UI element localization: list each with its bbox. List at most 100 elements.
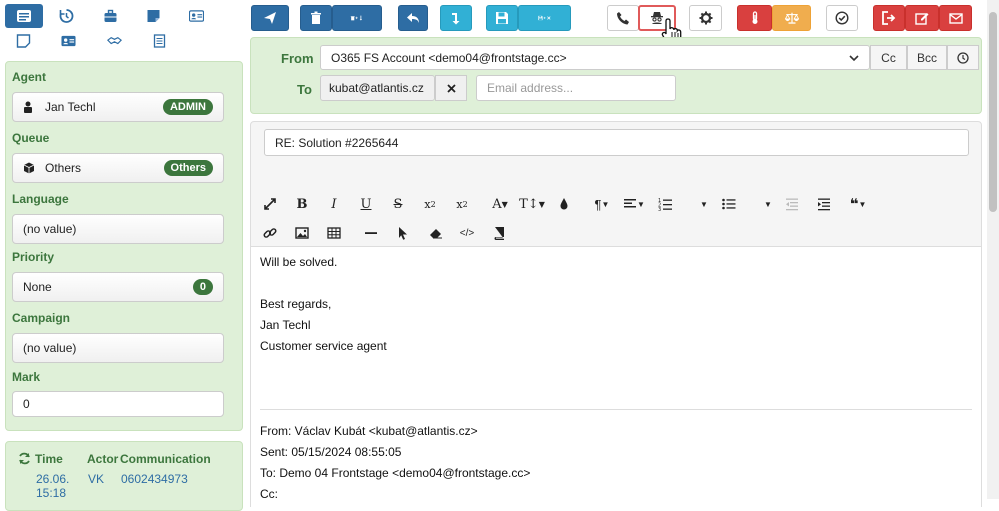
cube-icon — [23, 162, 37, 174]
queue-selector[interactable]: Others Others — [12, 153, 224, 183]
outdent-icon[interactable] — [784, 196, 800, 212]
contact-card-icon[interactable] — [187, 8, 205, 24]
body-line: Jan Techl — [260, 318, 311, 332]
mark-value: 0 — [23, 397, 30, 411]
ordered-list-icon[interactable]: 123 — [657, 196, 673, 212]
quote-icon[interactable]: ❝ ▼ — [846, 196, 870, 213]
edit-icon — [915, 13, 929, 25]
history-icon[interactable] — [57, 8, 75, 24]
queue-label: Queue — [12, 131, 50, 145]
note-icon[interactable] — [144, 8, 162, 24]
history-row-time[interactable]: 15:18 — [36, 486, 66, 500]
refresh-icon[interactable] — [18, 452, 31, 465]
subject-input[interactable]: RE: Solution #2265644 — [264, 129, 969, 156]
settings-button[interactable] — [689, 5, 722, 31]
subscript-icon[interactable]: x2 — [422, 196, 438, 212]
thermometer-button[interactable] — [737, 5, 772, 31]
send-button[interactable] — [251, 5, 289, 31]
pointer-icon[interactable] — [396, 225, 410, 241]
unordered-list-dropdown-icon[interactable]: ▼ — [762, 196, 774, 212]
body-line: Will be solved. — [260, 255, 338, 269]
agent-selector[interactable]: Jan Techl ADMIN — [12, 92, 224, 122]
image-icon[interactable] — [294, 225, 310, 241]
reply-button[interactable] — [398, 5, 428, 31]
email-address-input[interactable]: Email address... — [476, 75, 676, 101]
trash-icon — [311, 11, 321, 24]
save-button[interactable] — [486, 5, 518, 31]
exit-button[interactable] — [873, 5, 905, 31]
sticky-note-icon[interactable] — [14, 33, 32, 49]
bcc-button[interactable]: Bcc — [907, 45, 947, 70]
reply-icon — [407, 13, 419, 23]
cc-button[interactable]: Cc — [870, 45, 907, 70]
link-icon[interactable] — [262, 225, 278, 241]
remove-recipient-button[interactable] — [435, 75, 467, 101]
history-col-time[interactable]: Time — [35, 452, 63, 466]
document-list-icon[interactable] — [150, 33, 168, 49]
agent-value: Jan Techl — [45, 100, 96, 114]
italic-icon[interactable]: I — [326, 196, 342, 212]
language-selector[interactable]: (no value) — [12, 214, 224, 244]
history-row-date[interactable]: 26.06. — [36, 472, 69, 486]
phone-button[interactable] — [607, 5, 639, 31]
floppy-plus-close-icon — [537, 15, 551, 21]
svg-text:3: 3 — [658, 207, 661, 211]
briefcase-icon[interactable] — [101, 8, 119, 24]
indent-icon[interactable] — [816, 196, 832, 212]
campaign-selector[interactable]: (no value) — [12, 333, 224, 363]
body-line: Best regards, — [260, 297, 332, 311]
trash-plus-next-icon — [350, 15, 363, 21]
body-line: Customer service agent — [260, 339, 387, 353]
resolve-button[interactable] — [826, 5, 858, 31]
underline-icon[interactable]: U — [358, 196, 374, 212]
id-card-icon[interactable] — [59, 33, 77, 49]
history-col-actor[interactable]: Actor — [87, 452, 118, 466]
history-row-actor: VK — [88, 472, 105, 486]
priority-selector[interactable]: None 0 — [12, 272, 224, 302]
from-account-select[interactable]: O365 FS Account <demo04@frontstage.cc> — [320, 45, 870, 70]
thermometer-icon — [752, 11, 757, 24]
move-down-button[interactable] — [440, 5, 472, 31]
email-button[interactable] — [939, 5, 972, 31]
table-icon[interactable] — [326, 225, 342, 241]
queue-badge: Others — [163, 160, 213, 176]
superscript-icon[interactable]: x2 — [454, 196, 470, 212]
campaign-label: Campaign — [12, 311, 71, 325]
quoted-line: To: Demo 04 Frontstage <demo04@frontstag… — [260, 466, 531, 480]
save-and-close-button[interactable] — [518, 5, 571, 31]
delete-button[interactable] — [300, 5, 332, 31]
quoted-line: From: Václav Kubát <kubat@atlantis.cz> — [260, 424, 478, 438]
unordered-list-icon[interactable] — [721, 196, 737, 212]
eraser-icon[interactable] — [428, 225, 444, 241]
floppy-icon — [496, 12, 508, 24]
language-value: (no value) — [23, 222, 77, 236]
fullscreen-icon[interactable] — [262, 196, 278, 212]
horizontal-rule-icon[interactable] — [364, 225, 378, 241]
recipient-chip[interactable]: kubat@atlantis.cz — [320, 75, 435, 101]
text-color-icon[interactable] — [556, 196, 572, 212]
quoted-message-divider — [260, 409, 972, 410]
mark-label: Mark — [12, 370, 41, 384]
envelope-icon — [948, 13, 963, 24]
paragraph-icon[interactable]: ¶ ▼ — [590, 196, 614, 212]
nav-active-tab[interactable] — [5, 4, 43, 28]
mark-input[interactable]: 0 — [12, 391, 224, 417]
user-lock-icon — [23, 101, 37, 113]
help-book-icon[interactable] — [491, 225, 507, 241]
strikethrough-icon[interactable]: S — [390, 196, 406, 212]
bold-icon[interactable]: B — [294, 196, 310, 212]
edit-button[interactable] — [905, 5, 939, 31]
align-icon[interactable]: ▼ — [622, 196, 646, 212]
font-size-icon[interactable]: A ▼ — [488, 196, 512, 212]
history-col-communication[interactable]: Communication — [120, 452, 211, 466]
ordered-list-dropdown-icon[interactable]: ▼ — [698, 196, 710, 212]
agent-role-badge: ADMIN — [162, 99, 213, 115]
balance-scale-button[interactable] — [772, 5, 811, 31]
page-scrollbar-thumb[interactable] — [989, 12, 997, 212]
handshake-icon[interactable] — [105, 33, 123, 49]
schedule-button[interactable] — [947, 45, 979, 70]
delete-and-next-button[interactable] — [332, 5, 382, 31]
line-height-icon[interactable]: T↕ ▼ — [519, 196, 545, 212]
history-row-communication[interactable]: 0602434973 — [121, 472, 188, 486]
code-view-icon[interactable]: </> — [459, 225, 475, 241]
